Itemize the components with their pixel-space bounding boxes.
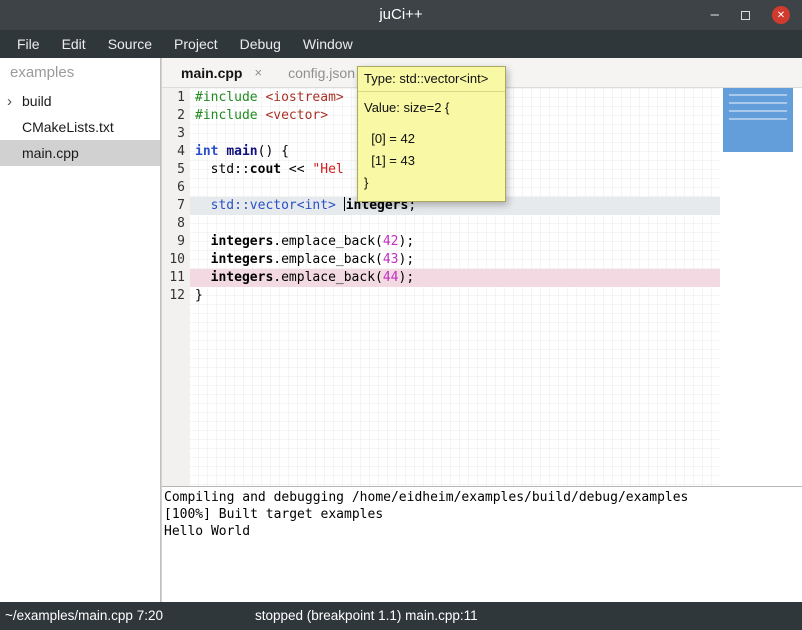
text-caret [344,197,345,211]
code-segment: std:: [195,162,250,177]
statusbar: ~/examples/main.cpp 7:20 stopped (breakp… [0,602,802,630]
window-title: juCi++ [0,0,802,30]
tree-item-main-cpp[interactable]: main.cpp [0,140,160,166]
code-segment [195,234,211,249]
status-debug-state: stopped (breakpoint 1.1) main.cpp:11 [255,602,478,630]
menu-source[interactable]: Source [97,30,163,58]
line-number[interactable]: 3 [162,125,190,143]
tooltip-value-line: } [364,172,499,194]
app-window: juCi++ – ✕ FileEditSourceProjectDebugWin… [0,0,802,630]
sidebar-header: examples [0,58,160,88]
line-number[interactable]: 4 [162,143,190,161]
code-line[interactable]: 10 integers.emplace_back(43); [162,251,720,269]
close-button[interactable]: ✕ [772,6,790,24]
code-line[interactable]: 8 [162,215,720,233]
code-segment: std::vector<int> [211,198,336,213]
code-segment: ); [399,234,415,249]
menubar: FileEditSourceProjectDebugWindow [0,30,802,58]
code-text: integers.emplace_back(42); [190,233,720,251]
line-number[interactable]: 11 [162,269,190,287]
code-segment: ); [399,252,415,267]
code-text [190,215,720,233]
code-line[interactable]: 11 integers.emplace_back(44); [162,269,720,287]
code-segment: integers [211,252,274,267]
code-line[interactable]: 9 integers.emplace_back(42); [162,233,720,251]
minimize-button[interactable]: – [711,0,719,30]
code-segment: <iostream> [265,90,343,105]
line-number[interactable]: 10 [162,251,190,269]
code-segment: .emplace_back( [273,270,383,285]
tree-item-cmakelists-txt[interactable]: CMakeLists.txt [0,114,160,140]
terminal-line: Hello World [164,523,800,540]
menu-file[interactable]: File [6,30,51,58]
code-segment: () { [258,144,289,159]
terminal-line: [100%] Built target examples [164,506,800,523]
tooltip-value-line: Value: size=2 { [364,97,499,119]
line-number[interactable]: 2 [162,107,190,125]
code-segment [336,198,344,213]
line-number[interactable]: 12 [162,287,190,305]
line-number[interactable]: 5 [162,161,190,179]
tree-item-build[interactable]: ›build [0,88,160,114]
status-file-position: ~/examples/main.cpp 7:20 [5,602,163,630]
terminal-line: Compiling and debugging /home/eidheim/ex… [164,489,800,506]
code-segment: #include [195,90,258,105]
close-icon[interactable]: × [254,65,262,80]
debug-tooltip: Type: std::vector<int> Value: size=2 { [… [357,66,506,202]
code-segment: 42 [383,234,399,249]
minimap-lines [729,94,787,124]
code-segment: integers [211,270,274,285]
code-segment [195,270,211,285]
tooltip-value-line: [1] = 43 [364,150,499,172]
code-segment: #include [195,108,258,123]
chevron-right-icon[interactable]: › [7,94,22,109]
tooltip-type-line: Type: std::vector<int> [358,67,505,92]
code-segment: cout [250,162,281,177]
code-segment: .emplace_back( [273,234,383,249]
code-segment [195,198,211,213]
code-text: integers.emplace_back(44); [190,269,720,287]
titlebar[interactable]: juCi++ – ✕ [0,0,802,30]
sidebar: examples ›build CMakeLists.txt main.cpp [0,58,160,602]
code-segment: .emplace_back( [273,252,383,267]
menu-debug[interactable]: Debug [229,30,292,58]
tab-label: config.json [288,65,355,81]
file-tree: ›build CMakeLists.txt main.cpp [0,88,160,166]
code-segment: } [195,288,203,303]
code-segment [195,252,211,267]
tree-item-label: main.cpp [22,145,79,161]
minimap-thumb[interactable] [723,88,793,152]
code-segment: 43 [383,252,399,267]
terminal-output[interactable]: Compiling and debugging /home/eidheim/ex… [162,487,802,602]
menu-edit[interactable]: Edit [51,30,97,58]
code-segment: "Hel [312,162,343,177]
code-segment: ); [399,270,415,285]
line-number[interactable]: 9 [162,233,190,251]
code-text: integers.emplace_back(43); [190,251,720,269]
code-segment: main [226,144,257,159]
tree-item-label: build [22,93,52,109]
tree-item-label: CMakeLists.txt [22,119,114,135]
line-number[interactable]: 1 [162,89,190,107]
window-controls: – ✕ [711,0,790,30]
code-segment: integers [211,234,274,249]
code-segment: <vector> [265,108,328,123]
code-segment: 44 [383,270,399,285]
restore-button[interactable] [741,11,750,20]
line-number[interactable]: 7 [162,197,190,215]
code-text: } [190,287,720,305]
menu-project[interactable]: Project [163,30,229,58]
code-line[interactable]: 12} [162,287,720,305]
line-number[interactable]: 8 [162,215,190,233]
code-segment: int [195,144,218,159]
menu-window[interactable]: Window [292,30,364,58]
tooltip-value-line: [0] = 42 [364,128,499,150]
line-number[interactable]: 6 [162,179,190,197]
code-segment: << [281,162,312,177]
tab-label: main.cpp [181,65,242,81]
tooltip-value: Value: size=2 { [0] = 42 [1] = 43} [358,92,505,201]
tab-main-cpp[interactable]: main.cpp × [168,58,275,87]
